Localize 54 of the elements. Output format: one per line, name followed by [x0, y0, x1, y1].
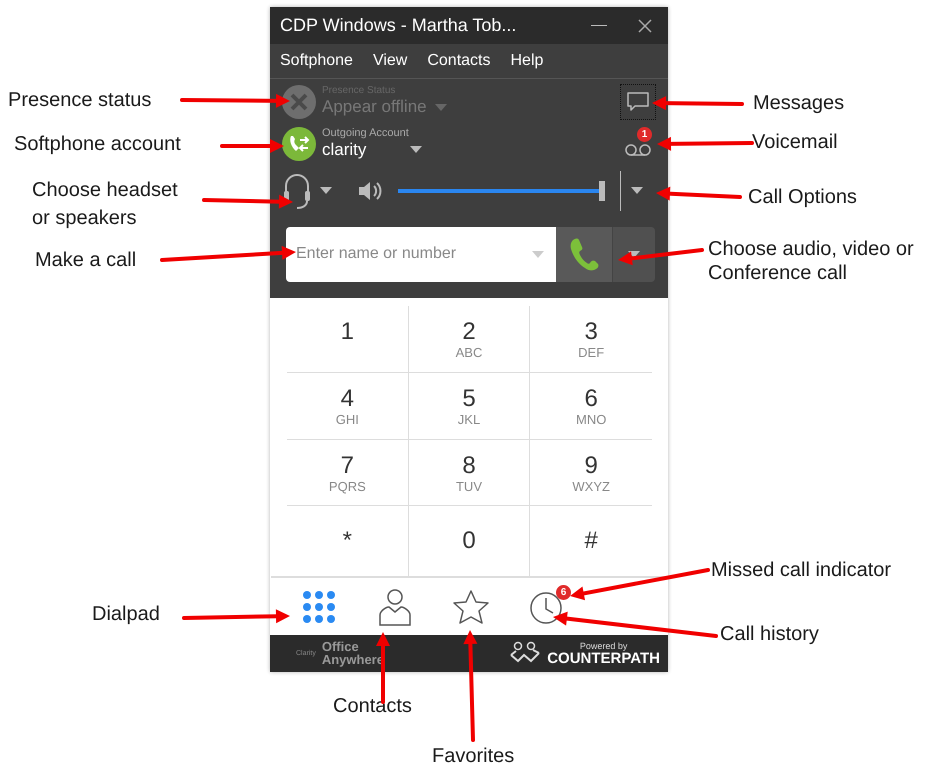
menu-item[interactable]: Softphone	[280, 52, 353, 70]
powered-by-text: Powered by	[580, 642, 628, 651]
company-logo-text: COUNTERPATH	[547, 650, 660, 666]
menu-item[interactable]: Contacts	[427, 52, 490, 70]
callout-label: Voicemail	[752, 130, 838, 154]
menu-item[interactable]: Help	[510, 52, 544, 70]
callout-label: Favorites	[432, 744, 514, 768]
menu-item[interactable]: View	[372, 52, 408, 70]
messages-button[interactable]	[620, 84, 656, 120]
arrow	[220, 139, 284, 153]
window-title: CDP Windows - Martha Tob...	[280, 15, 518, 36]
missed-call-badge: 6	[556, 584, 571, 600]
headset-icon[interactable]	[282, 172, 312, 210]
dialpad-key[interactable]: 0	[408, 506, 530, 576]
dialpad-key[interactable]: 9 WXYZ	[530, 440, 652, 506]
speaker-icon[interactable]	[358, 180, 384, 202]
speech-bubble-icon[interactable]	[626, 90, 650, 113]
caret-icon[interactable]	[320, 187, 332, 194]
callout-label: Call history	[720, 622, 819, 646]
account-label: Outgoing Account	[322, 128, 410, 139]
dialpad-key[interactable]: 7 PQRS	[287, 440, 409, 506]
voicemail-button[interactable]: 1	[620, 126, 656, 161]
dialpad-key[interactable]: 8 TUV	[408, 440, 530, 506]
dialpad-key[interactable]: 5 JKL	[408, 372, 530, 440]
callout-label: Call Options	[748, 185, 857, 209]
callout-label: Messages	[753, 91, 844, 115]
callout-label: Choose headset or speakers	[32, 178, 178, 231]
call-button[interactable]	[556, 226, 612, 282]
callout-label: Missed call indicator	[711, 558, 892, 582]
voicemail-badge: 1	[637, 126, 652, 142]
callout-label: Dialpad	[92, 602, 160, 626]
dialpad-key[interactable]: 2 ABC	[408, 306, 530, 373]
callout-label: Softphone account	[14, 132, 181, 156]
account-dropdown[interactable]: clarity	[322, 140, 422, 160]
dialpad-key[interactable]: 4 GHI	[287, 372, 409, 440]
callout-label: Make a call	[35, 248, 136, 272]
voicemail-icon[interactable]	[624, 142, 652, 157]
dialpad-icon[interactable]	[302, 590, 336, 624]
person-icon[interactable]	[377, 586, 413, 626]
close-icon[interactable]	[638, 18, 652, 32]
dialpad-key[interactable]: *	[287, 506, 409, 576]
dialpad-key[interactable]: #	[530, 506, 652, 576]
call-options-caret-icon[interactable]	[631, 187, 643, 194]
product-logo-text: Office Anywhere	[322, 641, 384, 666]
callout-label: Presence status	[8, 88, 152, 112]
dialpad-key[interactable]: 1	[287, 306, 409, 373]
phone-icon[interactable]	[569, 237, 599, 272]
dialpad-key[interactable]: 6 MNO	[530, 372, 652, 440]
star-icon[interactable]	[452, 588, 490, 624]
callout-label: Contacts	[333, 694, 412, 718]
dialpad-key[interactable]: 3 DEF	[530, 306, 652, 373]
callout-label: Choose audio, video or Conference call	[708, 237, 914, 285]
account-phone-icon[interactable]	[282, 126, 316, 161]
call-input-field[interactable]: Enter name or number	[286, 226, 556, 282]
